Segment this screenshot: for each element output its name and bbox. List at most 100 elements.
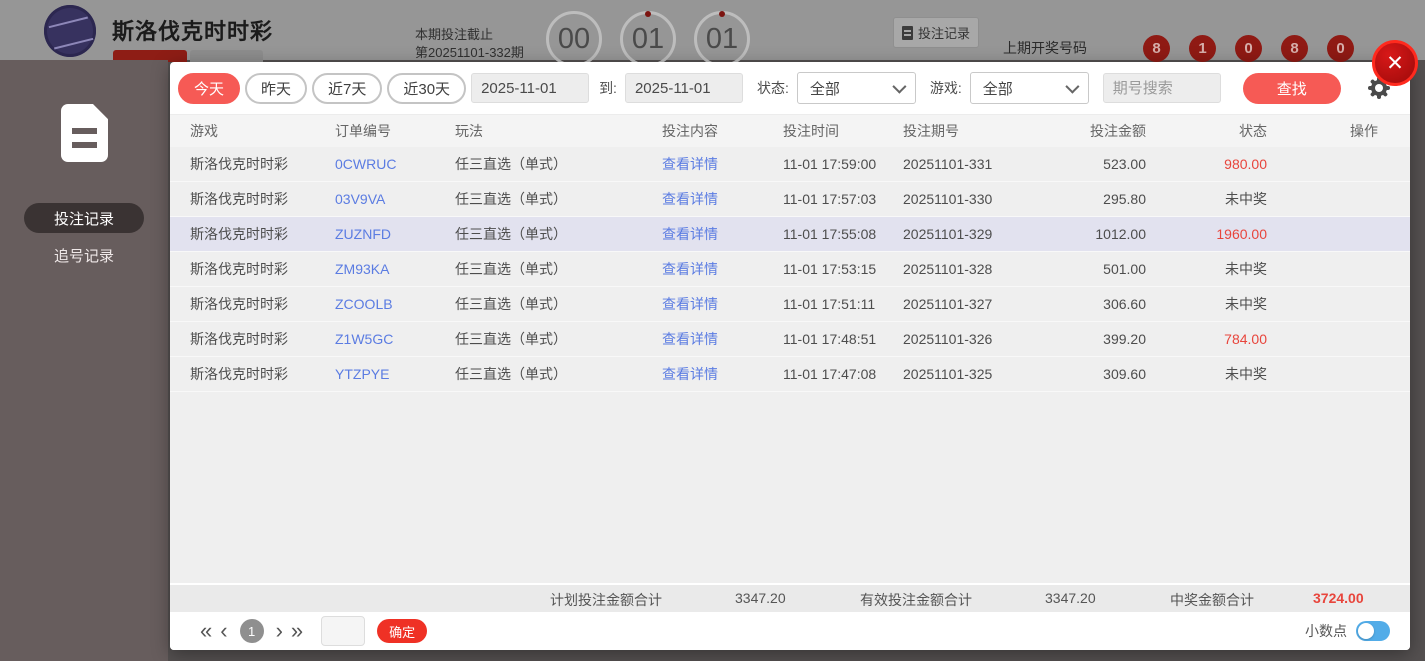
period-search-input[interactable] bbox=[1102, 73, 1221, 103]
table-header: 游戏 订单编号 玩法 投注内容 投注时间 投注期号 投注金额 状态 操作 bbox=[170, 115, 1410, 147]
sidebar-item-chase-records[interactable]: 追号记录 bbox=[24, 240, 144, 270]
page-number-input[interactable] bbox=[321, 616, 366, 646]
confirm-page-button[interactable]: 确定 bbox=[377, 619, 428, 643]
countdown-timer: 00 01 01 bbox=[546, 11, 750, 67]
view-detail-link[interactable]: 查看详情 bbox=[662, 329, 783, 349]
play-cell: 任三直选（单式） bbox=[455, 226, 567, 242]
view-detail-link[interactable]: 查看详情 bbox=[662, 189, 783, 209]
time-cell: 11-01 17:57:03 bbox=[783, 191, 877, 207]
close-icon[interactable]: ✕ bbox=[1372, 40, 1418, 86]
quick-range-button[interactable]: 今天 bbox=[178, 72, 241, 104]
status-cell: 未中奖 bbox=[1225, 191, 1267, 207]
draw-number-ball: 0 bbox=[1327, 35, 1354, 62]
page-header: 斯洛伐克时时彩 本期投注截止 第20251101-332期 00 01 01 投注记… bbox=[0, 0, 1425, 67]
game-cell: 斯洛伐克时时彩 bbox=[190, 331, 288, 347]
table-row: 斯洛伐克时时彩 YTZPYE 任三直选（单式） 查看详情 11-01 17:47:08 2… bbox=[170, 357, 1410, 392]
table-row: 斯洛伐克时时彩 ZUZNFD 任三直选（单式） 查看详情 11-01 17:55:08 2… bbox=[170, 217, 1410, 252]
amount-cell: 295.80 bbox=[1103, 191, 1146, 207]
bet-records-modal: 今天昨天近7天近30天 到: 状态: 全部 游戏: 全部 查找 bbox=[170, 62, 1410, 650]
current-page-badge[interactable]: 1 bbox=[239, 619, 264, 643]
planned-total-label: 计划投注金额合计 bbox=[550, 592, 662, 608]
view-detail-link[interactable]: 查看详情 bbox=[662, 224, 783, 244]
status-cell: 未中奖 bbox=[1225, 296, 1267, 312]
amount-cell: 1012.00 bbox=[1095, 226, 1146, 242]
view-detail-link[interactable]: 查看详情 bbox=[662, 259, 783, 279]
prev-page-icon[interactable]: ‹ bbox=[216, 620, 231, 642]
amount-cell: 501.00 bbox=[1103, 261, 1146, 277]
draw-number-ball: 0 bbox=[1235, 35, 1262, 62]
quick-range-group: 今天 昨天 近7天 近30天 bbox=[178, 72, 471, 104]
time-cell: 11-01 17:51:11 bbox=[783, 296, 876, 312]
order-id-link[interactable]: ZM93KA bbox=[335, 261, 455, 277]
time-cell: 11-01 17:53:15 bbox=[783, 261, 877, 277]
status-cell: 980.00 bbox=[1224, 156, 1267, 172]
date-from-input[interactable] bbox=[471, 73, 590, 103]
game-cell: 斯洛伐克时时彩 bbox=[190, 226, 288, 242]
first-page-icon[interactable]: « bbox=[196, 620, 216, 642]
cutoff-period: 第20251101-332期 bbox=[415, 45, 524, 60]
amount-cell: 399.20 bbox=[1103, 331, 1146, 347]
game-cell: 斯洛伐克时时彩 bbox=[190, 296, 288, 312]
next-page-icon[interactable]: › bbox=[272, 620, 287, 642]
table-row: 斯洛伐克时时彩 ZCOOLB 任三直选（单式） 查看详情 11-01 17:51:11 2… bbox=[170, 287, 1410, 322]
table-row: 斯洛伐克时时彩 ZM93KA 任三直选（单式） 查看详情 11-01 17:53:15 2… bbox=[170, 252, 1410, 287]
quick-range-button[interactable]: 近7天 bbox=[312, 72, 383, 104]
quick-range-button[interactable]: 昨天 bbox=[245, 72, 308, 104]
countdown-circle: 01 bbox=[620, 11, 676, 67]
play-cell: 任三直选（单式） bbox=[455, 156, 567, 172]
search-button[interactable]: 查找 bbox=[1242, 72, 1341, 104]
status-cell: 1960.00 bbox=[1216, 226, 1267, 242]
time-cell: 11-01 17:47:08 bbox=[783, 366, 877, 382]
time-cell: 11-01 17:48:51 bbox=[783, 331, 877, 347]
view-detail-link[interactable]: 查看详情 bbox=[662, 154, 783, 174]
order-id-link[interactable]: YTZPYE bbox=[335, 366, 455, 382]
period-cell: 20251101-328 bbox=[903, 261, 993, 277]
status-cell: 784.00 bbox=[1224, 331, 1267, 347]
totals-bar: 计划投注金额合计 3347.20 有效投注金额合计 3347.20 中奖金额合计… bbox=[170, 583, 1410, 612]
valid-total-label: 有效投注金额合计 bbox=[860, 592, 972, 608]
order-id-link[interactable]: 0CWRUC bbox=[335, 156, 455, 172]
view-detail-link[interactable]: 查看详情 bbox=[662, 294, 783, 314]
chevron-down-icon bbox=[1065, 79, 1080, 94]
column-header: 游戏 bbox=[190, 123, 218, 139]
order-id-link[interactable]: 03V9VA bbox=[335, 191, 455, 207]
bet-records-label: 投注记录 bbox=[917, 26, 970, 41]
amount-cell: 306.60 bbox=[1103, 296, 1146, 312]
draw-number-ball: 8 bbox=[1281, 35, 1308, 62]
order-id-link[interactable]: ZCOOLB bbox=[335, 296, 455, 312]
quick-range-button[interactable]: 近30天 bbox=[387, 72, 467, 104]
to-label: 到: bbox=[599, 80, 617, 96]
amount-cell: 523.00 bbox=[1103, 156, 1146, 172]
table-row: 斯洛伐克时时彩 0CWRUC 任三直选（单式） 查看详情 11-01 17:59:00 2… bbox=[170, 147, 1410, 182]
view-detail-link[interactable]: 查看详情 bbox=[662, 364, 783, 384]
draw-number-ball: 8 bbox=[1143, 35, 1170, 62]
table-empty-area bbox=[170, 392, 1410, 583]
column-header: 玩法 bbox=[455, 123, 483, 139]
amount-cell: 309.60 bbox=[1103, 366, 1146, 382]
game-select-value: 全部 bbox=[982, 80, 1013, 98]
table-row: 斯洛伐克时时彩 03V9VA 任三直选（单式） 查看详情 11-01 17:57:03 2… bbox=[170, 182, 1410, 217]
game-select[interactable]: 全部 bbox=[969, 72, 1089, 104]
game-cell: 斯洛伐克时时彩 bbox=[190, 156, 288, 172]
game-cell: 斯洛伐克时时彩 bbox=[190, 191, 288, 207]
date-to-input[interactable] bbox=[624, 73, 743, 103]
column-header: 投注金额 bbox=[1090, 123, 1146, 139]
decimal-toggle[interactable] bbox=[1356, 621, 1390, 641]
order-id-link[interactable]: ZUZNFD bbox=[335, 226, 455, 242]
order-id-link[interactable]: Z1W5GC bbox=[335, 331, 455, 347]
column-header: 投注期号 bbox=[903, 123, 959, 139]
cutoff-info: 本期投注截止 第20251101-332期 bbox=[415, 26, 524, 62]
period-cell: 20251101-327 bbox=[903, 296, 993, 312]
time-cell: 11-01 17:55:08 bbox=[783, 226, 877, 242]
sidebar-item-bet-records[interactable]: 投注记录 bbox=[24, 203, 144, 233]
records-document-icon bbox=[61, 104, 108, 162]
game-cell: 斯洛伐克时时彩 bbox=[190, 366, 288, 382]
countdown-circle: 01 bbox=[694, 11, 750, 67]
last-draw-label: 上期开奖号码 bbox=[1003, 40, 1087, 56]
status-cell: 未中奖 bbox=[1225, 261, 1267, 277]
status-select[interactable]: 全部 bbox=[796, 72, 916, 104]
column-header: 投注内容 bbox=[662, 123, 718, 139]
last-page-icon[interactable]: » bbox=[287, 620, 307, 642]
column-header: 投注时间 bbox=[783, 123, 839, 139]
screen: 斯洛伐克时时彩 本期投注截止 第20251101-332期 0 0 01 01 投注记… bbox=[0, 0, 1425, 661]
